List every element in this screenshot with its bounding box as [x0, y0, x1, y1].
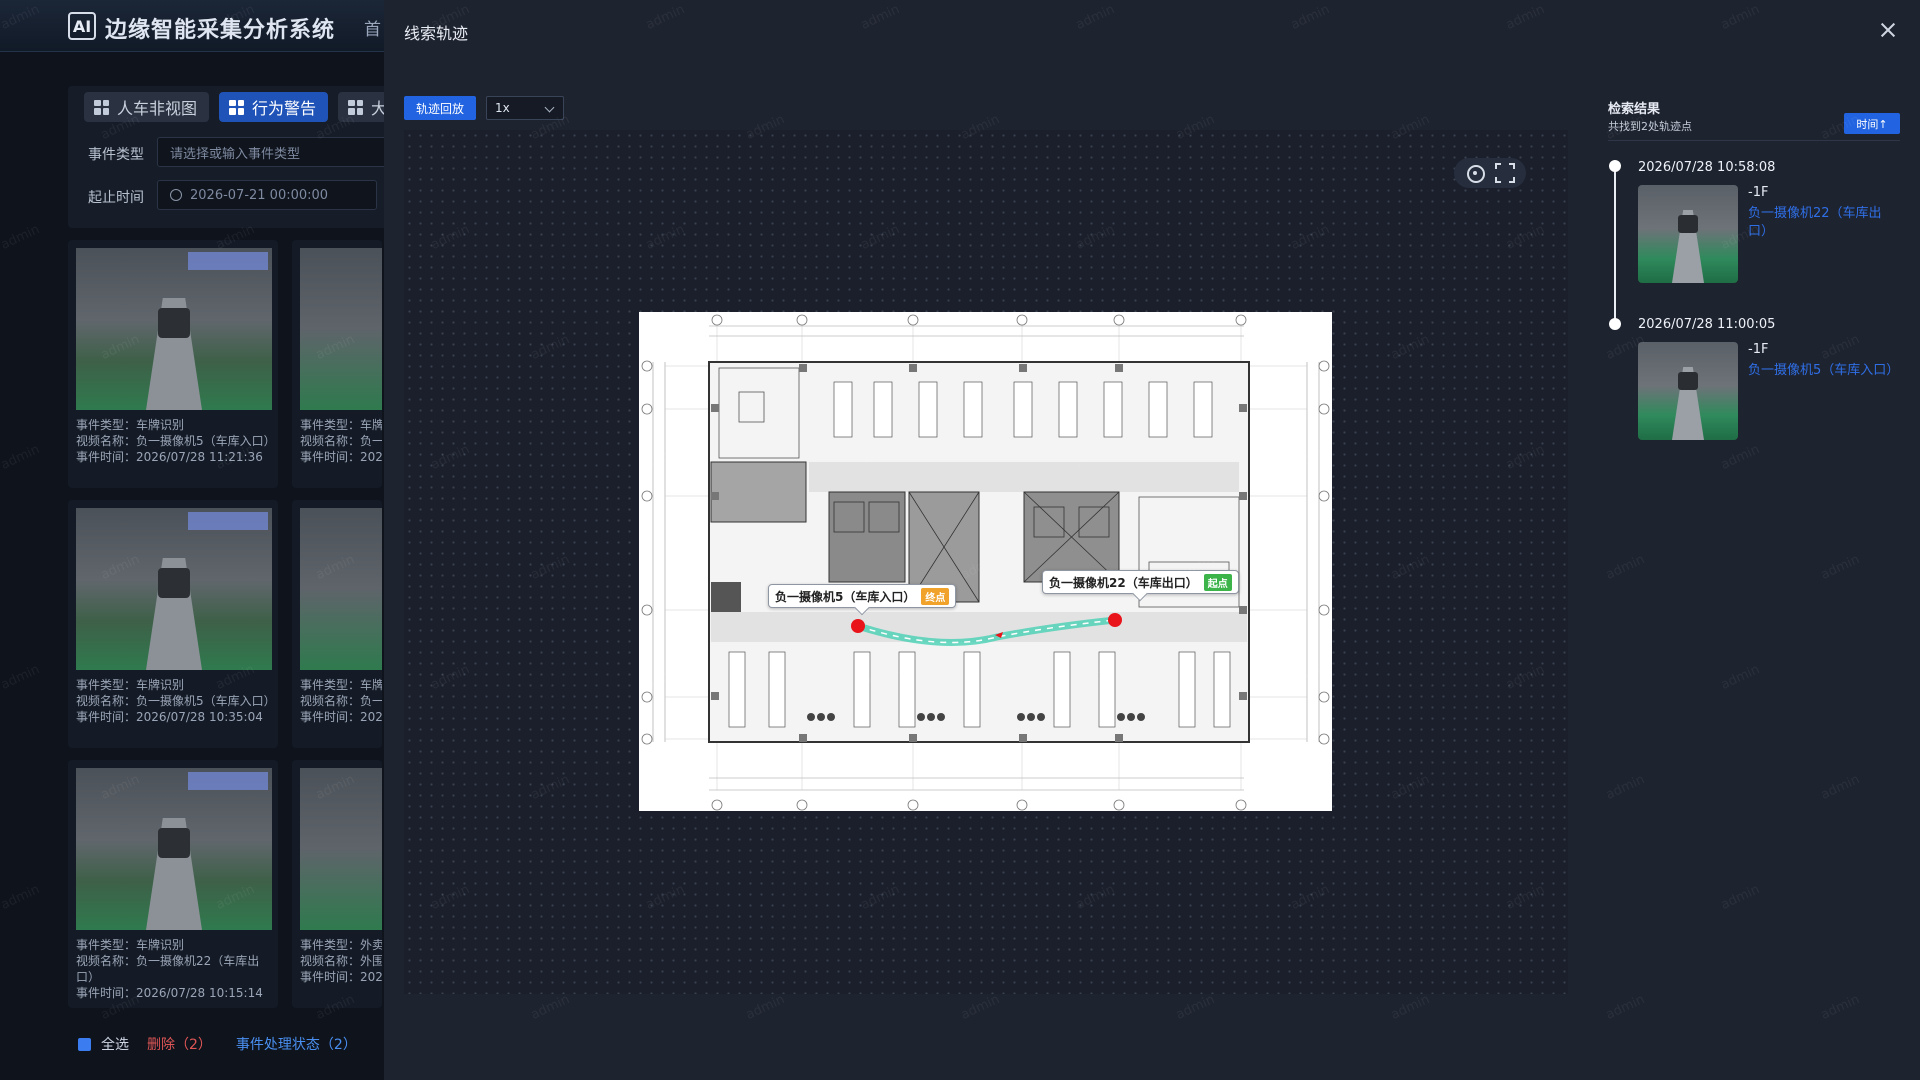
clue-track-modal: 线索轨迹 轨迹回放 1x 负一摄像机5（车库入口） 终点 负一摄像机22（车库出…	[384, 0, 1920, 1080]
grid-icon	[229, 99, 244, 115]
app-logo: AI	[68, 12, 96, 40]
event-card[interactable]: 事件类型：车牌识别 视频名称：负一摄像机5（车库入口） 事件时间：2026/07…	[68, 240, 278, 488]
event-card[interactable]: 事件类型：车牌识别 视频名称：负一摄像机5（车库入口） 事件时间：2026/07…	[68, 500, 278, 748]
event-type: 事件类型：车牌识别	[76, 418, 185, 432]
event-thumbnail	[76, 248, 272, 410]
time-range-label: 起止时间	[88, 190, 144, 206]
timeline-dot	[1609, 160, 1621, 172]
timeline-dot	[1609, 318, 1621, 330]
chevron-down-icon	[544, 102, 555, 113]
result-thumbnail[interactable]	[1638, 185, 1738, 283]
event-type: 事件类型：车牌识别	[76, 938, 185, 952]
results-title: 检索结果	[1608, 102, 1661, 117]
speed-select[interactable]: 1x	[486, 96, 564, 120]
result-camera-link[interactable]: 负一摄像机22（车库出口）	[1748, 205, 1898, 241]
result-time: 2026/07/28 11:00:05	[1638, 317, 1776, 332]
start-camera-label[interactable]: 负一摄像机22（车库出口） 起点	[1042, 570, 1239, 594]
locate-icon[interactable]	[1465, 163, 1485, 183]
event-video: 视频名称：负一摄像机5（车库入口）	[76, 434, 276, 448]
track-replay-button[interactable]: 轨迹回放	[404, 96, 476, 120]
event-time: 事件时间：2026/07/28 11:21:36	[76, 450, 263, 464]
event-video: 视频名称：负一摄像机5（车库入口）	[76, 694, 276, 708]
start-point-marker	[1108, 613, 1122, 627]
event-type: 事件类型：车牌	[300, 678, 382, 692]
delete-button[interactable]: 删除（2）	[147, 1034, 212, 1054]
timeline-line	[1614, 167, 1616, 325]
event-thumbnail	[76, 508, 272, 670]
results-count: 共找到2处轨迹点	[1608, 120, 1692, 133]
event-type: 事件类型：外卖	[300, 938, 382, 952]
divider	[1608, 140, 1900, 141]
event-status-button[interactable]: 事件处理状态（2）	[236, 1034, 357, 1054]
event-video: 视频名称：外围	[300, 954, 382, 968]
event-thumbnail	[300, 768, 382, 930]
event-time: 事件时间：2026/07/28 10:35:04	[76, 710, 263, 724]
end-tag: 终点	[921, 587, 950, 605]
event-card[interactable]: 事件类型：外卖 视频名称：外围 事件时间：202	[292, 760, 382, 1008]
event-card[interactable]: 事件类型：车牌 视频名称：负一 事件时间：202	[292, 500, 382, 748]
event-type: 事件类型：车牌识别	[76, 678, 185, 692]
floor-plan	[639, 312, 1332, 811]
tab-person-vehicle-view[interactable]: 人车非视图	[84, 92, 209, 122]
end-camera-name: 负一摄像机5（车库入口）	[775, 589, 916, 604]
result-camera-link[interactable]: 负一摄像机5（车库入口）	[1748, 362, 1899, 380]
event-time: 事件时间：202	[300, 710, 382, 724]
tab-label: 行为警告	[252, 99, 317, 118]
event-thumbnail	[300, 508, 382, 670]
start-tag: 起点	[1203, 573, 1232, 591]
event-time: 事件时间：202	[300, 970, 382, 984]
result-floor: -1F	[1748, 185, 1769, 200]
event-thumbnail	[300, 248, 382, 410]
event-video: 视频名称：负一摄像机22（车库出口）	[76, 954, 260, 984]
time-range-input[interactable]: 2026-07-21 00:00:00	[157, 180, 377, 210]
event-time: 事件时间：202	[300, 450, 382, 464]
tab-behavior-alert[interactable]: 行为警告	[219, 92, 328, 122]
event-thumbnail	[76, 768, 272, 930]
select-all-label[interactable]: 全选	[101, 1034, 129, 1054]
event-video: 视频名称：负一	[300, 434, 382, 448]
fullscreen-icon[interactable]	[1495, 163, 1515, 183]
event-card[interactable]: 事件类型：车牌 视频名称：负一 事件时间：202	[292, 240, 382, 488]
start-camera-name: 负一摄像机22（车库出口）	[1049, 575, 1198, 590]
time-start-value: 2026-07-21 00:00:00	[190, 187, 329, 203]
clock-icon	[170, 189, 182, 201]
event-type-input[interactable]: 请选择或输入事件类型	[157, 137, 398, 167]
grid-icon	[94, 99, 109, 115]
select-all-checkbox[interactable]	[78, 1037, 91, 1051]
bulk-action-bar: 全选 删除（2） 事件处理状态（2）	[78, 1034, 357, 1054]
grid-icon	[348, 99, 363, 115]
result-time: 2026/07/28 10:58:08	[1638, 160, 1776, 175]
event-type-label: 事件类型	[88, 147, 144, 163]
result-thumbnail[interactable]	[1638, 342, 1738, 440]
end-camera-label[interactable]: 负一摄像机5（车库入口） 终点	[768, 584, 957, 608]
event-type: 事件类型：车牌	[300, 418, 382, 432]
app-title: 边缘智能采集分析系统	[105, 18, 336, 43]
modal-title: 线索轨迹	[404, 24, 469, 43]
event-card[interactable]: 事件类型：车牌识别 视频名称：负一摄像机22（车库出口） 事件时间：2026/0…	[68, 760, 278, 1008]
event-time: 事件时间：2026/07/28 10:15:14	[76, 986, 263, 1000]
speed-value: 1x	[495, 101, 510, 115]
tab-label: 人车非视图	[117, 99, 198, 118]
sort-by-time-button[interactable]: 时间↑	[1844, 113, 1900, 134]
nav-home[interactable]: 首	[364, 15, 381, 40]
map-toolbar	[1454, 158, 1526, 188]
end-point-marker	[851, 619, 865, 633]
result-floor: -1F	[1748, 342, 1769, 357]
close-icon[interactable]	[1876, 18, 1900, 42]
event-video: 视频名称：负一	[300, 694, 382, 708]
